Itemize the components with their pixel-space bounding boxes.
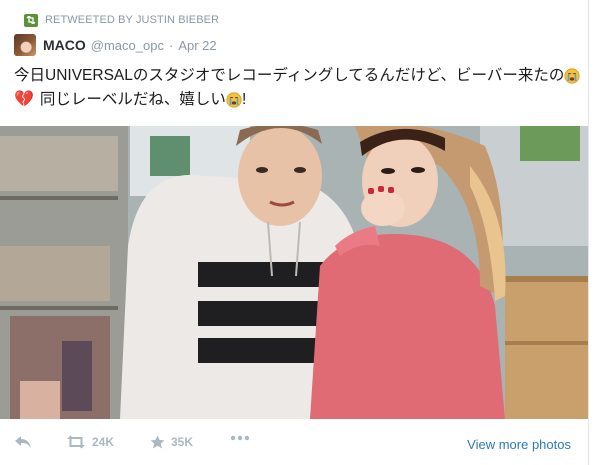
crying-face-emoji-icon [564, 68, 580, 84]
tweet-header: MACO @maco_opc · Apr 22 [14, 33, 217, 57]
tweet-card: RETWEETED BY JUSTIN BIEBER MACO @maco_op… [0, 0, 590, 465]
author-name[interactable]: MACO [43, 37, 86, 53]
retweet-context: RETWEETED BY JUSTIN BIEBER [24, 12, 219, 28]
favorite-button[interactable]: 35K [150, 435, 193, 449]
crying-face-emoji-icon [226, 92, 242, 108]
tweet-text-line-1: 今日UNIVERSALのスタジオでレコーディングしてるんだけど、ビーバー来たの [14, 64, 584, 88]
avatar[interactable] [14, 34, 36, 56]
tweet-text-part-1: 今日UNIVERSALのスタジオでレコーディングしてるんだけど、ビーバー来たの [14, 67, 565, 84]
more-options-button[interactable] [230, 435, 250, 441]
more-dots-icon [230, 435, 250, 441]
retweet-action-icon [67, 435, 85, 449]
photo-illustration [0, 126, 588, 419]
tweet-text: 今日UNIVERSALのスタジオでレコーディングしてるんだけど、ビーバー来たの … [14, 64, 584, 112]
view-more-photos-link[interactable]: View more photos [467, 437, 571, 452]
tweet-text-part-2: 同じレーベルだね、嬉しい [39, 91, 226, 108]
tweet-text-exclamation: ! [241, 91, 247, 108]
author-handle[interactable]: @maco_opc [91, 38, 164, 53]
broken-heart-emoji-icon: 💔 [14, 91, 34, 108]
reply-button[interactable] [14, 435, 32, 449]
retweeted-by-label[interactable]: RETWEETED BY JUSTIN BIEBER [45, 14, 219, 26]
card-border [588, 0, 589, 465]
separator-dot: · [168, 37, 174, 53]
retweet-button[interactable]: 24K [66, 435, 114, 449]
tweet-date[interactable]: Apr 22 [178, 38, 216, 53]
retweet-icon [24, 13, 38, 27]
star-icon [150, 435, 165, 449]
reply-icon [15, 436, 31, 448]
favorite-count: 35K [171, 435, 194, 449]
tweet-photo[interactable] [0, 126, 588, 419]
tweet-actions: 24K 35K View more photos [0, 419, 588, 465]
retweet-count: 24K [92, 435, 115, 449]
tweet-text-line-2: 💔 同じレーベルだね、嬉しい ! [14, 88, 584, 112]
